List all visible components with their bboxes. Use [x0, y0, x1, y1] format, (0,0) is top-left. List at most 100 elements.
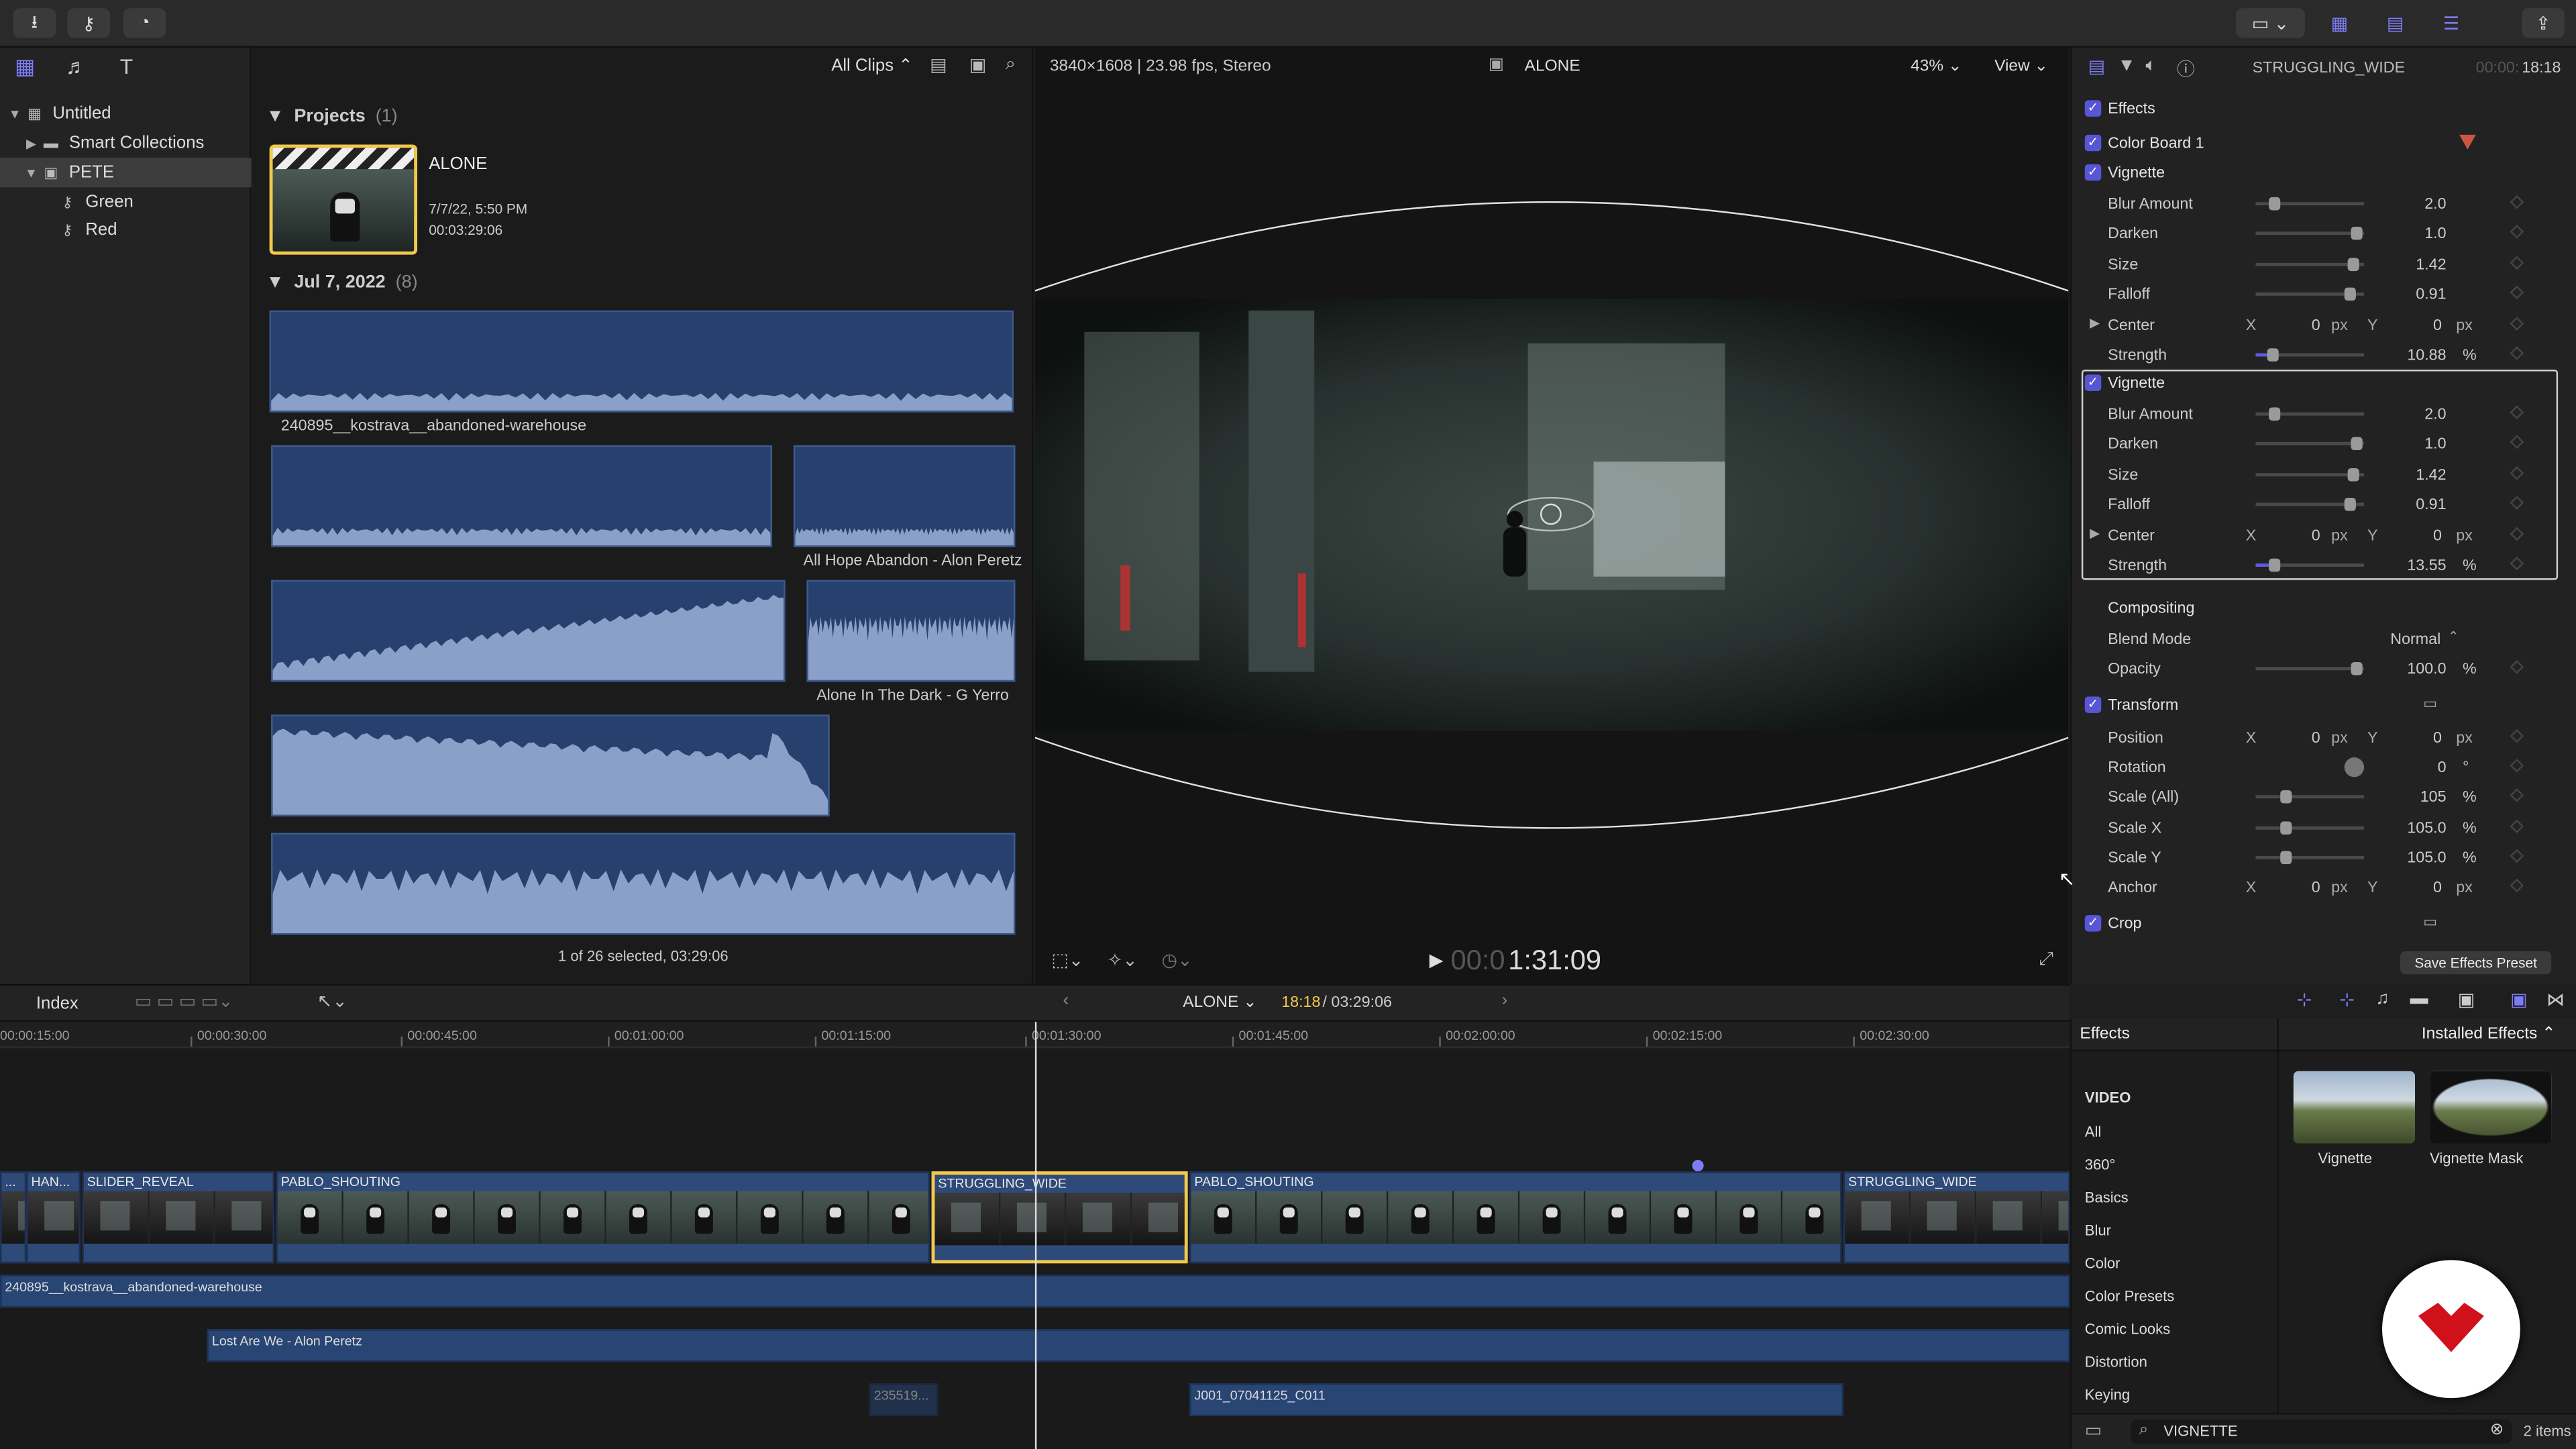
- keyframe-icon[interactable]: [2510, 405, 2524, 420]
- audio-clip[interactable]: Lost Are We - Alon Peretz: [207, 1329, 2070, 1362]
- blend-mode-row[interactable]: Blend Mode Normal ⌃: [2072, 625, 2565, 654]
- browser-clip[interactable]: [269, 310, 1014, 413]
- timeline-clip[interactable]: SLIDER_REVEAL: [82, 1171, 274, 1264]
- timeline-clip[interactable]: HAN...: [26, 1171, 81, 1264]
- scale-x[interactable]: Scale X 105.0%: [2072, 813, 2565, 843]
- timeline-project-menu[interactable]: ALONE ⌄: [1183, 994, 1256, 1012]
- import-icon[interactable]: ⭳: [13, 8, 56, 38]
- project-thumbnail[interactable]: [269, 144, 418, 255]
- keyframe-icon[interactable]: [2510, 317, 2524, 331]
- browser-clip[interactable]: [271, 833, 1016, 935]
- enhance-icon[interactable]: ✧⌄: [1108, 950, 1138, 971]
- transform-section[interactable]: ✓ Transform ▭: [2072, 692, 2565, 721]
- transform-tool-icon[interactable]: ⬚⌄: [1051, 950, 1083, 971]
- browser-clip[interactable]: [806, 580, 1016, 682]
- keyframe-icon[interactable]: [2510, 556, 2524, 571]
- browser-clip[interactable]: [271, 445, 773, 547]
- keyframe-icon[interactable]: [2510, 729, 2524, 743]
- keyframe-icon[interactable]: [2510, 659, 2524, 674]
- color-board-effect[interactable]: ✓ Color Board 1: [2072, 129, 2565, 159]
- vignette1-size-slider[interactable]: [2255, 257, 2365, 271]
- audio-clip[interactable]: J001_07041125_C011: [1189, 1383, 1843, 1417]
- libraries-icon[interactable]: ▦: [15, 54, 35, 80]
- installed-effects-select[interactable]: Installed Effects ⌃: [2422, 1025, 2556, 1043]
- compositing-section[interactable]: Compositing: [2072, 595, 2565, 625]
- layout-inspector-icon[interactable]: ☰: [2428, 8, 2475, 38]
- vignette1-darken-slider[interactable]: [2255, 227, 2365, 241]
- effects-category[interactable]: Distortion: [2085, 1354, 2147, 1370]
- keyframe-icon[interactable]: [2510, 255, 2524, 270]
- video-inspector-icon[interactable]: ▤: [2088, 56, 2105, 77]
- headphones-icon[interactable]: ♫: [2375, 989, 2389, 1008]
- projects-header[interactable]: ▼ Projects (1): [266, 107, 398, 126]
- opacity-slider[interactable]: [2255, 661, 2365, 676]
- clip-appearance-icon[interactable]: ▣: [2458, 989, 2475, 1010]
- titles-generators-icon[interactable]: T: [120, 54, 133, 79]
- color-inspector-icon[interactable]: ▼: [2118, 56, 2136, 75]
- disclosure-triangle-icon[interactable]: ▶: [23, 136, 39, 150]
- timeline-clip[interactable]: PABLO_SHOUTING: [1189, 1171, 1842, 1264]
- disclosure-triangle-icon[interactable]: ▶: [2090, 315, 2100, 330]
- effects-browser-icon[interactable]: ▣: [2510, 989, 2527, 1010]
- keyframe-icon[interactable]: [2510, 285, 2524, 300]
- keyframe-icon[interactable]: [2510, 496, 2524, 511]
- browser-clip[interactable]: [271, 714, 830, 817]
- clear-search-icon[interactable]: ⊗: [2490, 1421, 2504, 1439]
- sidebar-toggle-icon[interactable]: ▭: [2085, 1419, 2102, 1440]
- audio-skimming-icon[interactable]: ⊹: [2339, 989, 2355, 1010]
- vignette1-strength[interactable]: Strength 10.88%: [2072, 340, 2565, 370]
- effects-category[interactable]: Basics: [2085, 1189, 2129, 1205]
- keyframe-icon[interactable]: [2510, 527, 2524, 541]
- vignette2-size[interactable]: Size 1.42: [2072, 460, 2565, 489]
- vignette2-blur-amount-slider[interactable]: [2255, 407, 2365, 421]
- timeline-clip[interactable]: STRUGGLING_WIDE: [931, 1171, 1188, 1264]
- effect-thumbnail[interactable]: [2430, 1071, 2552, 1144]
- keyframe-icon[interactable]: [2510, 435, 2524, 450]
- checkbox-icon[interactable]: ✓: [2084, 374, 2102, 391]
- play-icon[interactable]: ▶: [1430, 950, 1444, 971]
- layout-timeline-icon[interactable]: ▤: [2372, 8, 2418, 38]
- vignette1-blur-amount[interactable]: Blur Amount 2.0: [2072, 189, 2565, 219]
- vignette2-falloff-slider[interactable]: [2255, 498, 2365, 512]
- position[interactable]: Position X 0 px Y 0 px: [2072, 723, 2565, 753]
- history-forward-icon[interactable]: ›: [1501, 991, 1507, 1010]
- date-header[interactable]: ▼ Jul 7, 2022 (8): [266, 273, 418, 292]
- keyword-icon[interactable]: ⚷: [67, 8, 111, 38]
- vignette1-strength-slider[interactable]: [2255, 348, 2365, 362]
- vignette1-falloff-slider[interactable]: [2255, 288, 2365, 301]
- audio-clip[interactable]: 235519...: [869, 1383, 938, 1417]
- transform-overlay-icon[interactable]: ▭: [2423, 695, 2437, 713]
- photos-audio-icon[interactable]: ♬: [66, 54, 87, 79]
- snapping-icon[interactable]: ▬: [2410, 989, 2428, 1008]
- vignette1-falloff[interactable]: Falloff 0.91: [2072, 280, 2565, 309]
- opacity[interactable]: Opacity 100.0%: [2072, 654, 2565, 684]
- edit-buttons-icon[interactable]: ▭ ▭ ▭ ▭⌄: [135, 991, 233, 1012]
- keyframe-icon[interactable]: [2510, 878, 2524, 893]
- info-inspector-icon[interactable]: ⓘ: [2177, 56, 2195, 82]
- vignette2-size-slider[interactable]: [2255, 468, 2365, 482]
- checkbox-icon[interactable]: ✓: [2084, 915, 2102, 932]
- clip-skimming-icon[interactable]: ⊹: [2297, 989, 2312, 1010]
- disclosure-triangle-icon[interactable]: ▼: [23, 165, 39, 180]
- workspace-icon[interactable]: ▭ ⌄: [2236, 8, 2305, 38]
- scale-all[interactable]: Scale (All) 105%: [2072, 782, 2565, 812]
- keyframe-icon[interactable]: [2510, 466, 2524, 480]
- scale-all-slider[interactable]: [2255, 790, 2365, 804]
- marker-icon[interactable]: [1692, 1159, 1704, 1172]
- vignette1-center[interactable]: ▶ Center X 0 px Y 0 px: [2072, 311, 2565, 340]
- share-icon[interactable]: ⇪: [2522, 8, 2565, 38]
- keyframe-icon[interactable]: [2510, 819, 2524, 834]
- vignette2-falloff[interactable]: Falloff 0.91: [2072, 490, 2565, 519]
- effect-thumbnail[interactable]: [2293, 1071, 2416, 1144]
- select-tool-icon[interactable]: ↖⌄: [317, 991, 347, 1012]
- effects-category[interactable]: Color: [2085, 1255, 2121, 1271]
- anchor[interactable]: Anchor X 0 px Y 0 px: [2072, 872, 2565, 902]
- timeline-index-button[interactable]: Index: [36, 994, 78, 1014]
- clip-filter-select[interactable]: All Clips ⌃: [831, 56, 913, 75]
- keyframe-icon[interactable]: [2510, 849, 2524, 863]
- scale-y[interactable]: Scale Y 105.0%: [2072, 843, 2565, 872]
- keyframe-icon[interactable]: [2510, 788, 2524, 802]
- effects-section[interactable]: ✓ Effects: [2072, 95, 2565, 125]
- timeline-clip[interactable]: ...: [0, 1171, 27, 1264]
- effects-category[interactable]: Blur: [2085, 1222, 2111, 1238]
